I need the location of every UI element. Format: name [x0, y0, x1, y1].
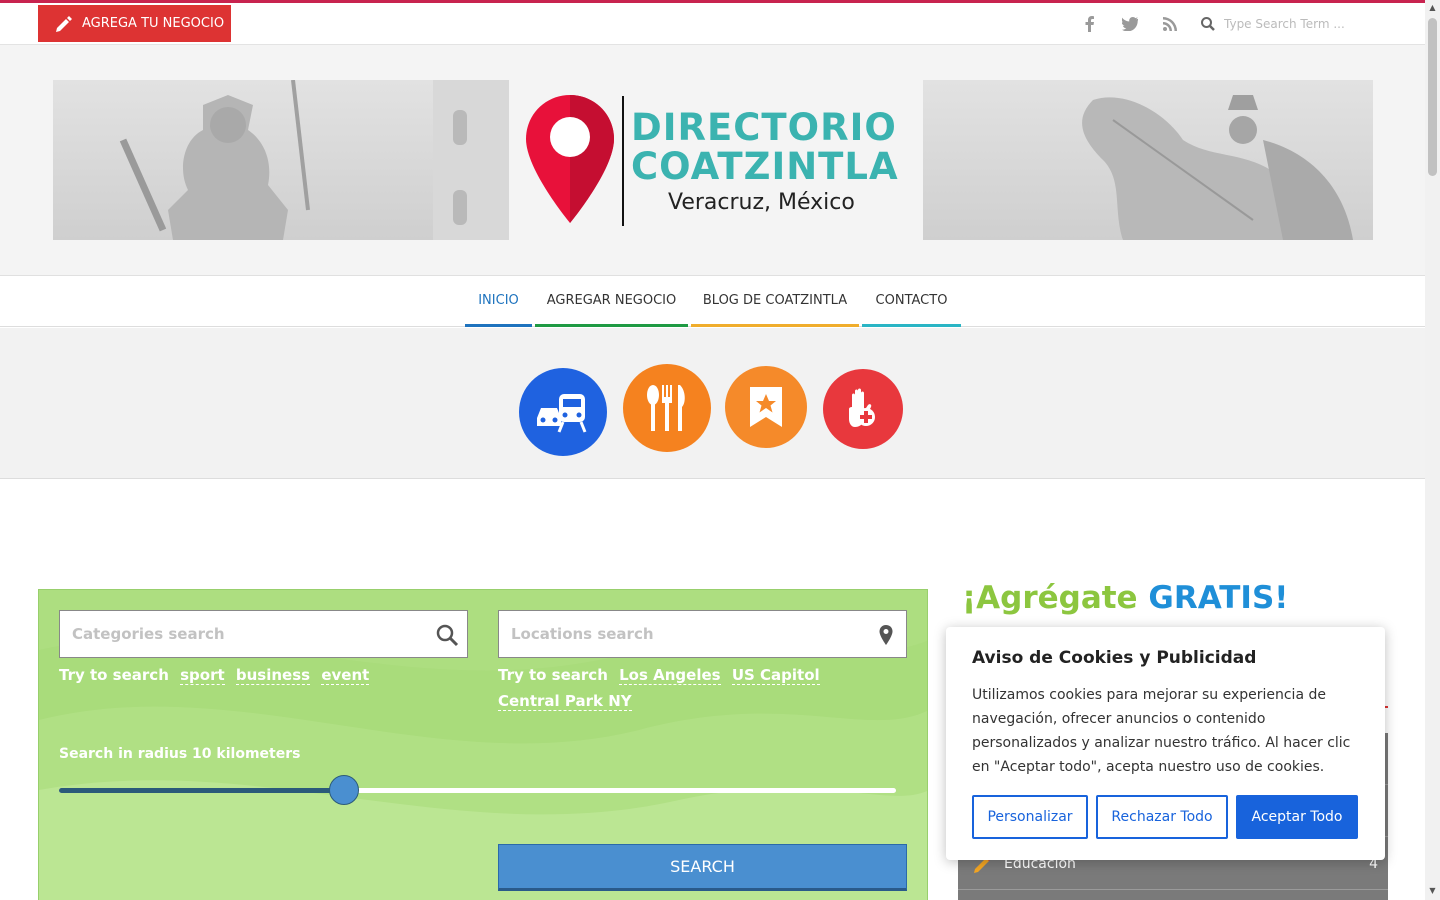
category-favorites[interactable]	[725, 366, 807, 448]
facebook-icon[interactable]	[1081, 15, 1099, 33]
nav-item-agregar-negocio[interactable]: AGREGAR NEGOCIO	[535, 276, 688, 327]
site-header: DIRECTORIO COATZINTLA Veracruz, México	[0, 45, 1425, 276]
page-scrollbar[interactable]: ▲ ▼	[1425, 0, 1440, 900]
radius-slider-fill	[59, 788, 344, 793]
customize-button[interactable]: Personalizar	[972, 795, 1088, 839]
scroll-thumb[interactable]	[1428, 18, 1437, 176]
suggestion-central-park[interactable]: Central Park NY	[498, 692, 632, 711]
search-icon	[436, 624, 459, 647]
listing-search-panel: Categories search Locations search Try t…	[38, 589, 928, 900]
accept-all-button[interactable]: Aceptar Todo	[1236, 795, 1358, 839]
locations-search-placeholder: Locations search	[511, 625, 654, 643]
scroll-up-icon[interactable]: ▲	[1428, 3, 1437, 12]
suggestion-business[interactable]: business	[235, 666, 311, 685]
cookie-consent-dialog: Aviso de Cookies y Publicidad Utilizamos…	[946, 627, 1385, 860]
scroll-down-icon[interactable]: ▼	[1428, 886, 1437, 895]
add-business-button[interactable]: AGREGA TU NEGOCIO	[38, 5, 231, 42]
restaurant-icon	[647, 385, 685, 431]
suggestion-los-angeles[interactable]: Los Angeles	[619, 666, 721, 685]
add-business-label: AGREGA TU NEGOCIO	[82, 16, 225, 31]
category-shortcuts	[0, 328, 1425, 479]
health-hand-icon	[849, 388, 875, 427]
nav-item-inicio[interactable]: INICIO	[465, 276, 532, 327]
twitter-icon[interactable]	[1121, 15, 1139, 33]
radius-label: Search in radius 10 kilometers	[59, 746, 301, 762]
category-suggestions: Try to search sport business event	[59, 666, 370, 685]
location-suggestions-row2: Central Park NY	[498, 692, 632, 711]
categories-search-placeholder: Categories search	[72, 625, 225, 643]
location-suggestions: Try to search Los Angeles US Capitol	[498, 666, 820, 685]
banner-image-left	[53, 80, 509, 240]
reject-all-button[interactable]: Rechazar Todo	[1096, 795, 1228, 839]
category-health[interactable]	[823, 369, 903, 449]
search-icon	[1201, 17, 1215, 31]
top-search	[1200, 9, 1400, 39]
locations-search-input[interactable]: Locations search	[498, 610, 907, 658]
logo-title-line1: DIRECTORIO	[631, 106, 897, 149]
top-search-input[interactable]	[1224, 17, 1374, 31]
suggestion-us-capitol[interactable]: US Capitol	[731, 666, 820, 685]
suggestion-event[interactable]: event	[321, 666, 370, 685]
site-logo[interactable]: DIRECTORIO COATZINTLA Veracruz, México	[520, 90, 920, 230]
logo-subtitle: Veracruz, México	[668, 190, 855, 215]
top-bar: AGREGA TU NEGOCIO	[0, 3, 1425, 45]
radius-slider[interactable]	[59, 775, 896, 805]
category-transport[interactable]	[519, 368, 607, 456]
main-navigation: INICIO AGREGAR NEGOCIO BLOG DE COATZINTL…	[0, 276, 1425, 327]
pencil-icon	[56, 15, 72, 32]
category-restaurants[interactable]	[623, 364, 711, 452]
logo-title-line2: COATZINTLA	[631, 145, 899, 188]
map-marker-icon	[879, 625, 893, 645]
cookie-text: Utilizamos cookies para mejorar su exper…	[972, 687, 1351, 775]
suggestion-sport[interactable]: sport	[180, 666, 225, 685]
cookie-title: Aviso de Cookies y Publicidad	[972, 648, 1257, 668]
nav-item-contacto[interactable]: CONTACTO	[862, 276, 961, 327]
logo-divider	[622, 96, 624, 226]
nav-item-blog[interactable]: BLOG DE COATZINTLA	[691, 276, 859, 327]
categories-search-input[interactable]: Categories search	[59, 610, 468, 658]
car-train-icon	[537, 394, 587, 433]
sidebar-title: ¡Agrégate GRATIS!	[962, 580, 1289, 616]
location-pin-icon	[526, 95, 614, 223]
rss-icon[interactable]	[1161, 15, 1179, 33]
banner-image-right	[923, 80, 1373, 240]
search-button[interactable]: SEARCH	[498, 844, 907, 891]
bookmark-star-icon	[750, 387, 782, 427]
radius-slider-thumb[interactable]	[328, 775, 359, 805]
